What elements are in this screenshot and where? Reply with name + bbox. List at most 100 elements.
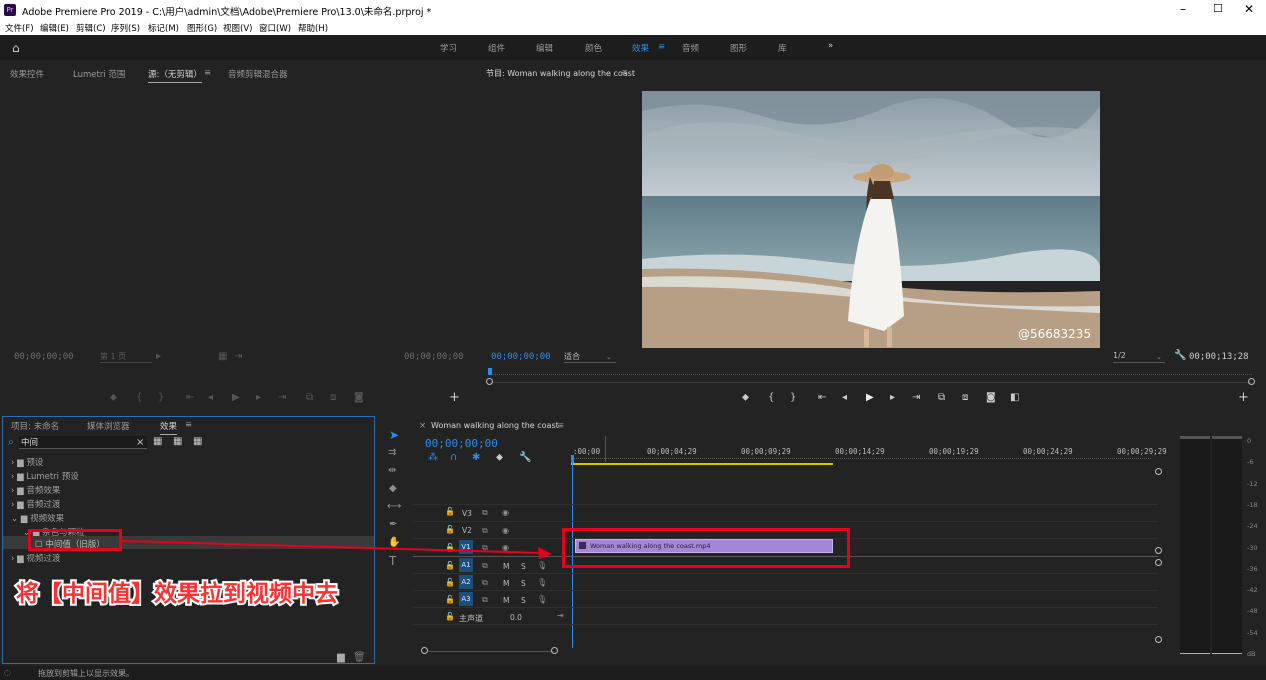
pen-tool-icon[interactable]: ✒ xyxy=(389,520,397,530)
workspace-audio[interactable]: 音频 xyxy=(682,42,699,54)
source-step-back-icon[interactable]: ◂ xyxy=(208,393,213,403)
source-overwrite-icon[interactable]: ⧈ xyxy=(330,393,336,403)
source-insert-button-icon[interactable]: ⧉ xyxy=(306,393,313,403)
program-lift-icon[interactable]: ⧉ xyxy=(938,393,945,403)
tab-effects[interactable]: 效果 xyxy=(160,420,178,435)
timeline-tab-title[interactable]: Woman walking along the coast xyxy=(431,421,559,430)
master-track-value[interactable]: 0.0 xyxy=(510,613,522,622)
program-scrollbar[interactable] xyxy=(490,382,1252,383)
source-settings-icon[interactable]: ▦ xyxy=(218,352,227,362)
timeline-h-scrollbar[interactable] xyxy=(427,651,553,652)
menu-graphics[interactable]: 图形(G) xyxy=(187,22,217,34)
source-play-icon[interactable]: ▶ xyxy=(232,393,240,403)
work-area-bar[interactable] xyxy=(571,463,833,465)
workspace-editing[interactable]: 编辑 xyxy=(536,42,553,54)
lock-icon[interactable]: 🔓 xyxy=(445,561,455,571)
source-tab-menu-icon[interactable]: ≡ xyxy=(204,68,211,78)
lock-icon[interactable]: 🔓 xyxy=(445,595,455,605)
program-goto-in-icon[interactable]: ⇤ xyxy=(818,393,826,403)
workspace-effects[interactable]: 效果 xyxy=(632,42,649,54)
program-add-button-icon[interactable]: + xyxy=(1238,391,1249,404)
timeline-v-scroll-handle-mid2[interactable] xyxy=(1155,559,1162,566)
microphone-icon[interactable]: 🎙 xyxy=(537,595,547,605)
tree-item-audio-transitions[interactable]: › ▆ 音频过渡 xyxy=(11,498,60,510)
tab-effect-controls[interactable]: 效果控件 xyxy=(10,68,44,80)
timeline-h-scroll-right[interactable] xyxy=(551,647,558,654)
program-menu-icon[interactable]: ≡ xyxy=(621,68,628,78)
expand-icon[interactable]: › xyxy=(11,458,14,468)
tree-item-presets[interactable]: › ▆ 预设 xyxy=(11,456,43,468)
linked-selection-icon[interactable]: ✱ xyxy=(472,453,480,463)
tab-media-browser[interactable]: 媒体浏览器 xyxy=(87,420,130,432)
mute-button[interactable]: M xyxy=(503,596,509,605)
slip-tool-icon[interactable]: ⟷ xyxy=(387,502,401,512)
program-playhead[interactable] xyxy=(488,368,492,375)
snap-icon[interactable]: ∩ xyxy=(450,453,457,463)
source-out-icon[interactable]: } xyxy=(158,393,164,403)
menu-window[interactable]: 窗口(W) xyxy=(259,22,291,34)
source-in-icon[interactable]: { xyxy=(136,393,142,403)
source-marker-icon[interactable]: ⬥ xyxy=(110,393,117,403)
yuv-effects-icon[interactable]: ▦ xyxy=(193,437,202,447)
track-output-icon[interactable]: ⧉ xyxy=(482,578,488,588)
solo-button[interactable]: S xyxy=(521,579,526,588)
timeline-timecode[interactable]: 00;00;00;00 xyxy=(425,437,498,450)
fit-dropdown-icon[interactable]: ⌄ xyxy=(606,352,612,362)
menu-help[interactable]: 帮助(H) xyxy=(298,22,328,34)
tab-source[interactable]: 源:（无剪辑） xyxy=(148,68,202,83)
microphone-icon[interactable]: 🎙 xyxy=(537,578,547,588)
track-label-v3[interactable]: V3 xyxy=(462,509,472,518)
timeline-h-scroll-left[interactable] xyxy=(421,647,428,654)
workspace-learning[interactable]: 学习 xyxy=(440,42,457,54)
solo-button[interactable]: S xyxy=(521,562,526,571)
timeline-v-scroll-handle-top[interactable] xyxy=(1155,468,1162,475)
source-play-arrow-icon[interactable]: ▸ xyxy=(156,352,161,362)
32bit-effects-icon[interactable]: ▦ xyxy=(173,437,182,447)
menu-view[interactable]: 视图(V) xyxy=(223,22,252,34)
workspace-color[interactable]: 颜色 xyxy=(585,42,602,54)
home-icon[interactable]: ⌂ xyxy=(12,41,20,55)
source-insert-icon[interactable]: ⇥ xyxy=(234,352,242,362)
expand-icon[interactable]: › xyxy=(11,554,14,564)
go-to-end-icon[interactable]: ⇥ xyxy=(557,611,564,621)
program-play-icon[interactable]: ▶ xyxy=(866,393,874,403)
program-timecode-left[interactable]: 00;00;00;00 xyxy=(491,352,551,362)
source-goto-out-icon[interactable]: ⇥ xyxy=(278,393,286,403)
tab-audio-clip-mixer[interactable]: 音频剪辑混合器 xyxy=(228,68,288,80)
program-settings-wrench-icon[interactable]: 🔧 xyxy=(1174,351,1186,361)
lock-icon[interactable]: 🔓 xyxy=(445,507,455,517)
track-label-v2[interactable]: V2 xyxy=(462,526,472,535)
tab-project[interactable]: 项目: 未命名 xyxy=(11,420,59,432)
source-step-forward-icon[interactable]: ▸ xyxy=(256,393,261,403)
timeline-settings-icon[interactable]: 🔧 xyxy=(519,453,531,463)
program-extract-icon[interactable]: ⧈ xyxy=(962,393,968,403)
track-select-tool-icon[interactable]: ⇉ xyxy=(388,448,396,458)
selection-tool-icon[interactable]: ➤ xyxy=(389,429,399,441)
expand-icon[interactable]: › xyxy=(11,472,14,482)
program-compare-icon[interactable]: ◧ xyxy=(1010,393,1019,403)
maximize-icon[interactable]: ☐ xyxy=(1213,2,1223,15)
menu-edit[interactable]: 编辑(E) xyxy=(40,22,69,34)
tree-item-audio-effects[interactable]: › ▆ 音频效果 xyxy=(11,484,60,496)
lock-icon[interactable]: 🔓 xyxy=(445,578,455,588)
workspace-libraries[interactable]: 库 xyxy=(778,42,787,54)
timeline-tab-menu-icon[interactable]: ≡ xyxy=(557,421,564,431)
track-label-a3[interactable]: A3 xyxy=(459,592,473,606)
source-timecode-left[interactable]: 00;00;00;00 xyxy=(14,352,74,362)
tree-item-video-effects[interactable]: ⌄ ▆ 视频效果 xyxy=(11,512,64,524)
program-goto-out-icon[interactable]: ⇥ xyxy=(912,393,920,403)
nest-icon[interactable]: ⁂ xyxy=(428,453,438,463)
track-output-icon[interactable]: ⧉ xyxy=(482,595,488,605)
track-output-icon[interactable]: ⧉ xyxy=(482,508,488,518)
effects-search-input[interactable] xyxy=(19,436,147,449)
tab-lumetri-scopes[interactable]: Lumetri 范围 xyxy=(73,68,125,80)
accelerated-effects-icon[interactable]: ▦ xyxy=(153,437,162,447)
lock-icon[interactable]: 🔓 xyxy=(445,525,455,535)
program-scroll-right-handle[interactable] xyxy=(1248,378,1255,385)
razor-tool-icon[interactable]: ◆ xyxy=(389,484,397,494)
more-workspaces-icon[interactable]: » xyxy=(828,41,833,51)
collapse-icon[interactable]: ⌄ xyxy=(11,514,18,524)
timeline-v-scroll-handle-mid[interactable] xyxy=(1155,547,1162,554)
program-scroll-left-handle[interactable] xyxy=(486,378,493,385)
source-camera-icon[interactable]: ◙ xyxy=(354,393,364,403)
